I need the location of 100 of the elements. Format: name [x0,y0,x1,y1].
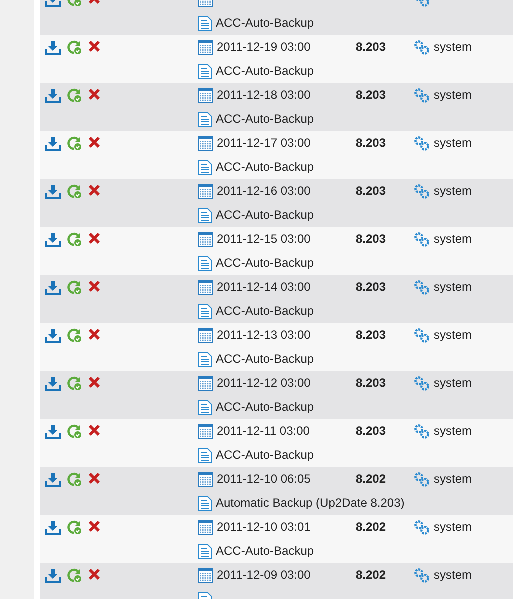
version-number: 8.202 [356,568,386,582]
user-name: system [434,375,472,392]
calendar-icon [198,40,213,54]
version-number: 8.203 [356,40,386,54]
calendar-icon [198,472,213,486]
backup-comment: ACC-Auto-Backup [216,159,314,176]
restore-icon[interactable] [67,328,82,343]
download-icon[interactable] [45,232,61,247]
document-icon [198,448,212,462]
version-number: 8.203 [356,328,386,342]
download-icon[interactable] [45,424,61,439]
delete-icon[interactable] [88,328,101,341]
restore-icon[interactable] [67,88,82,103]
version-number: 8.203 [356,136,386,150]
backup-comment: ACC-Auto-Backup [216,399,314,416]
backup-date: 2011-12-12 03:00 [217,375,311,392]
gears-icon [414,184,430,198]
document-icon [198,208,212,222]
download-icon[interactable] [45,520,61,535]
user-name: system [434,519,472,536]
user-name: system [434,39,472,56]
delete-icon[interactable] [88,136,101,149]
restore-icon[interactable] [67,184,82,199]
calendar-icon [198,520,213,534]
delete-icon[interactable] [88,568,101,581]
backup-comment: ACC-Auto-Backup [216,15,314,32]
calendar-icon [198,280,213,294]
gears-icon [414,232,430,246]
gears-icon [414,136,430,150]
user-name: system [434,87,472,104]
backup-comment: ACC-Auto-Backup [216,111,314,128]
delete-icon[interactable] [88,424,101,437]
user-name: system [434,279,472,296]
backup-date: 2011-12-17 03:00 [217,135,311,152]
restore-icon[interactable] [67,280,82,295]
gears-icon [414,520,430,534]
calendar-icon [198,376,213,390]
calendar-icon [198,232,213,246]
document-icon [198,112,212,126]
version-number: 8.203 [356,184,386,198]
backup-date: 2011-12-15 03:00 [217,231,311,248]
restore-icon[interactable] [67,472,82,487]
calendar-icon [198,88,213,102]
backup-comment: ACC-Auto-Backup [216,255,314,272]
version-number: 8.203 [356,424,386,438]
gears-icon [414,280,430,294]
version-number: 8.203 [356,88,386,102]
document-icon [198,544,212,558]
backup-date: 2011-12-18 03:00 [217,87,311,104]
backup-date: 2011-12-14 03:00 [217,279,311,296]
document-icon [198,256,212,270]
download-icon[interactable] [45,376,61,391]
delete-icon[interactable] [88,184,101,197]
delete-icon[interactable] [88,280,101,293]
user-name: system [434,135,472,152]
user-name: system [434,567,472,584]
backup-date: 2011-12-13 03:00 [217,327,311,344]
gears-icon [414,328,430,342]
delete-icon[interactable] [88,40,101,53]
backup-comment: ACC-Auto-Backup [216,543,314,560]
backup-date: 2011-12-16 03:00 [217,183,311,200]
download-icon[interactable] [45,472,61,487]
backup-date: 2011-12-10 03:01 [217,519,311,536]
delete-icon[interactable] [88,376,101,389]
restore-icon[interactable] [67,424,82,439]
calendar-icon [198,136,213,150]
gears-icon [414,472,430,486]
backup-date: 2011-12-19 03:00 [217,39,311,56]
backup-date: 2011-12-09 03:00 [217,567,311,584]
backup-comment: ACC-Auto-Backup [216,207,314,224]
download-icon[interactable] [45,328,61,343]
user-name: system [434,327,472,344]
backup-date: 2011-12-11 03:00 [217,423,310,440]
download-icon[interactable] [45,280,61,295]
download-icon[interactable] [45,568,61,583]
delete-icon[interactable] [88,520,101,533]
delete-icon[interactable] [88,232,101,245]
download-icon[interactable] [45,40,61,55]
delete-icon[interactable] [88,88,101,101]
user-name: system [434,183,472,200]
document-icon [198,400,212,414]
document-icon [198,160,212,174]
download-icon[interactable] [45,184,61,199]
restore-icon[interactable] [67,568,82,583]
download-icon[interactable] [45,136,61,151]
restore-icon[interactable] [67,40,82,55]
document-icon [198,304,212,318]
version-number: 8.203 [356,280,386,294]
version-number: 8.203 [356,232,386,246]
download-icon[interactable] [45,88,61,103]
restore-icon[interactable] [67,376,82,391]
restore-icon[interactable] [67,136,82,151]
gears-icon [414,376,430,390]
restore-icon[interactable] [67,232,82,247]
backup-comment: Automatic Backup (Up2Date 8.203) [216,495,405,512]
delete-icon[interactable] [88,472,101,485]
document-icon [198,496,212,510]
restore-icon[interactable] [67,520,82,535]
calendar-icon [198,328,213,342]
gears-icon [414,88,430,102]
